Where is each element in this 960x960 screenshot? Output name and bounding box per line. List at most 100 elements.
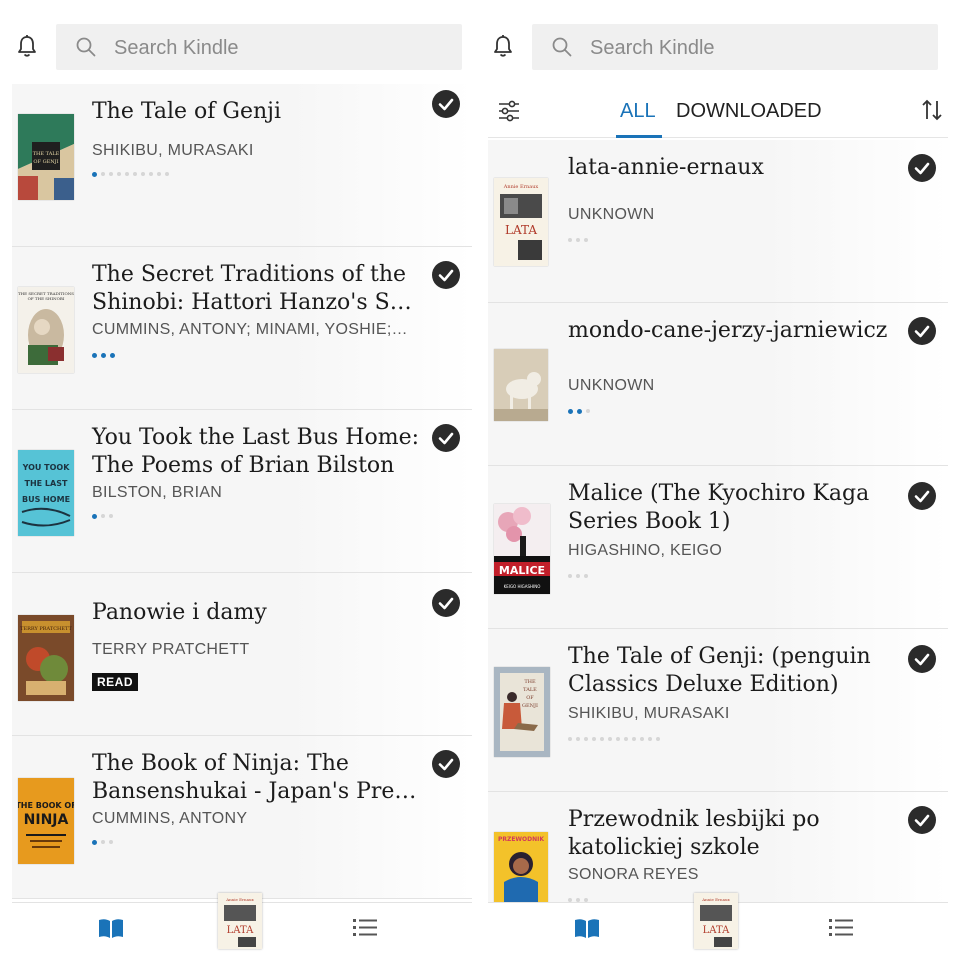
book-title: You Took the Last Bus Home: The Poems of… — [92, 425, 420, 478]
top-bar: Search Kindle — [12, 0, 472, 80]
svg-text:LATA: LATA — [227, 925, 254, 936]
filter-sliders-icon[interactable] — [498, 100, 520, 122]
book-title: The Tale of Genji — [92, 99, 281, 124]
book-list-right: Annie Ernaux LATA lata-annie-ernaux UNKN… — [488, 140, 948, 955]
svg-text:OF GENJI: OF GENJI — [33, 159, 58, 165]
tab-downloaded[interactable]: DOWNLOADED — [676, 100, 822, 123]
tab-all[interactable]: ALL — [620, 100, 656, 123]
book-title: Panowie i damy — [92, 600, 267, 625]
svg-text:YOU TOOK: YOU TOOK — [22, 463, 71, 472]
reading-progress — [92, 838, 113, 846]
current-book-cover[interactable]: Annie Ernaux LATA — [218, 893, 262, 949]
current-book-cover[interactable]: Annie Ernaux LATA — [694, 893, 738, 949]
svg-text:TERRY PRATCHETT: TERRY PRATCHETT — [20, 626, 72, 632]
book-title: The Book of Ninja: The Bansenshukai - Ja… — [92, 751, 417, 804]
reading-progress — [92, 512, 113, 520]
bottom-nav: Annie Ernaux LATA — [12, 893, 472, 960]
book-row[interactable]: mondo-cane-jerzy-jarniewicz UNKNOWN — [488, 303, 948, 466]
book-title: Malice (The Kyochiro Kaga Series Book 1) — [568, 481, 870, 534]
downloaded-check-icon — [908, 806, 936, 834]
downloaded-check-icon — [432, 589, 460, 617]
book-title: mondo-cane-jerzy-jarniewicz — [568, 318, 888, 343]
library-tabs: ALL DOWNLOADED — [488, 84, 948, 138]
book-author: TERRY PRATCHETT — [92, 641, 250, 658]
book-author: UNKNOWN — [568, 206, 655, 223]
book-row[interactable]: Annie Ernaux LATA lata-annie-ernaux UNKN… — [488, 140, 948, 303]
reading-progress — [92, 351, 115, 359]
svg-text:NINJA: NINJA — [24, 812, 69, 828]
notifications-bell-icon[interactable] — [16, 34, 38, 58]
svg-text:GENJI: GENJI — [522, 703, 538, 709]
book-cover[interactable] — [494, 349, 548, 421]
list-menu-icon[interactable] — [352, 917, 378, 939]
book-author: HIGASHINO, KEIGO — [568, 542, 723, 559]
reading-progress — [568, 572, 588, 580]
reading-progress — [568, 735, 660, 743]
library-book-icon[interactable] — [574, 917, 600, 939]
svg-text:LATA: LATA — [505, 223, 537, 237]
svg-text:OF: OF — [526, 695, 534, 701]
book-title: The Secret Traditions of the Shinobi: Ha… — [92, 262, 412, 315]
book-author: CUMMINS, ANTONY; MINAMI, YOSHIE;… — [92, 321, 408, 338]
svg-text:THE TALE: THE TALE — [33, 151, 60, 157]
search-input[interactable]: Search Kindle — [532, 24, 938, 70]
book-author: SONORA REYES — [568, 866, 699, 883]
downloaded-check-icon — [432, 90, 460, 118]
reading-progress — [92, 170, 169, 178]
svg-text:Annie Ernaux: Annie Ernaux — [225, 897, 254, 902]
svg-text:TALE: TALE — [523, 687, 537, 693]
list-menu-icon[interactable] — [828, 917, 854, 939]
svg-text:BUS HOME: BUS HOME — [22, 495, 70, 504]
book-author: SHIKIBU, MURASAKI — [92, 142, 254, 159]
book-cover[interactable]: MALICE KEIGO HIGASHINO — [494, 504, 550, 594]
downloaded-check-icon — [908, 482, 936, 510]
search-placeholder: Search Kindle — [590, 37, 715, 59]
library-panel-right: Search Kindle ALL DOWNLOADED Annie Ernau… — [488, 0, 948, 960]
svg-text:OF THE SHINOBI: OF THE SHINOBI — [28, 296, 65, 301]
book-title: The Tale of Genji: (penguin Classics Del… — [568, 644, 871, 697]
notifications-bell-icon[interactable] — [492, 34, 514, 58]
search-icon — [552, 37, 572, 57]
book-row[interactable]: TERRY PRATCHETT Panowie i damy TERRY PRA… — [12, 573, 472, 736]
book-cover[interactable]: Annie Ernaux LATA — [494, 178, 548, 266]
bottom-nav: Annie Ernaux LATA — [488, 893, 948, 960]
svg-text:MALICE: MALICE — [499, 564, 545, 577]
book-cover[interactable]: THE SECRET TRADITIONS OF THE SHINOBI — [18, 287, 74, 373]
svg-text:THE BOOK OF: THE BOOK OF — [18, 801, 74, 810]
svg-text:LATA: LATA — [703, 925, 730, 936]
downloaded-check-icon — [908, 645, 936, 673]
top-bar: Search Kindle — [488, 0, 948, 80]
book-cover[interactable]: THE BOOK OF NINJA — [18, 778, 74, 864]
book-list-left: THE TALE OF GENJI The Tale of Genji SHIK… — [12, 84, 472, 899]
book-cover[interactable]: THE TALE OF GENJI — [18, 114, 74, 200]
tab-active-indicator — [616, 135, 662, 138]
downloaded-check-icon — [908, 317, 936, 345]
svg-text:Annie Ernaux: Annie Ernaux — [701, 897, 730, 902]
downloaded-check-icon — [908, 154, 936, 182]
book-cover[interactable]: THE TALE OF GENJI — [494, 667, 550, 757]
downloaded-check-icon — [432, 750, 460, 778]
search-icon — [76, 37, 96, 57]
reading-progress — [568, 407, 590, 415]
book-row[interactable]: MALICE KEIGO HIGASHINO Malice (The Kyoch… — [488, 466, 948, 629]
book-cover[interactable]: YOU TOOK THE LAST BUS HOME — [18, 450, 74, 536]
downloaded-check-icon — [432, 424, 460, 452]
library-book-icon[interactable] — [98, 917, 124, 939]
downloaded-check-icon — [432, 261, 460, 289]
book-row[interactable]: THE BOOK OF NINJA The Book of Ninja: The… — [12, 736, 472, 899]
svg-text:Annie Ernaux: Annie Ernaux — [503, 184, 539, 190]
book-row[interactable]: THE TALE OF GENJI The Tale of Genji SHIK… — [12, 84, 472, 247]
book-author: CUMMINS, ANTONY — [92, 810, 248, 827]
book-row[interactable]: THE TALE OF GENJI The Tale of Genji: (pe… — [488, 629, 948, 792]
book-title: lata-annie-ernaux — [568, 155, 764, 180]
svg-text:THE LAST: THE LAST — [25, 479, 68, 488]
library-panel-left: Search Kindle THE TALE OF GENJI The Tale… — [12, 0, 472, 960]
sort-arrows-icon[interactable] — [920, 98, 944, 122]
book-row[interactable]: THE SECRET TRADITIONS OF THE SHINOBI The… — [12, 247, 472, 410]
book-author: SHIKIBU, MURASAKI — [568, 705, 730, 722]
book-cover[interactable]: TERRY PRATCHETT — [18, 615, 74, 701]
book-title: Przewodnik lesbijki po katolickiej szkol… — [568, 807, 820, 860]
search-input[interactable]: Search Kindle — [56, 24, 462, 70]
book-row[interactable]: YOU TOOK THE LAST BUS HOME You Took the … — [12, 410, 472, 573]
read-badge: READ — [92, 673, 139, 691]
